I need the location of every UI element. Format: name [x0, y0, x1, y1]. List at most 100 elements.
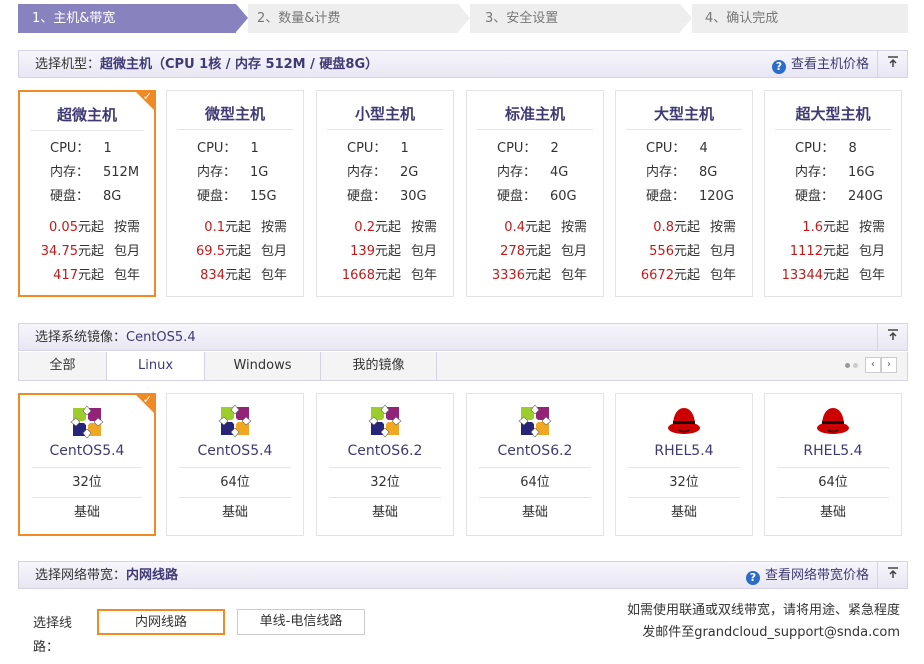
os-image-card[interactable]: CentOS5.4 32位 基础 ✓: [18, 393, 156, 536]
price-yearly-value: 1668: [341, 268, 375, 283]
price-monthly-value: 556: [649, 244, 674, 259]
mem-value: 1G: [250, 165, 269, 180]
price-monthly-label: 包月: [710, 244, 737, 259]
price-hourly-label: 按需: [561, 220, 588, 235]
price-yearly-label: 包年: [114, 268, 141, 283]
view-bandwidth-price-link[interactable]: ? 查看网络带宽价格: [745, 562, 869, 589]
telecom-line-option[interactable]: 单线-电信线路: [237, 609, 365, 635]
os-image-tier: 基础: [777, 497, 889, 527]
disk-label: 硬盘：: [347, 189, 387, 204]
machine-spec-disk: 硬盘： 240G: [795, 185, 883, 204]
collapse-image-button[interactable]: [877, 324, 907, 351]
price-unit: 元起: [77, 244, 104, 259]
machine-card-title: 微型主机: [177, 99, 293, 130]
price-monthly-value: 1112: [789, 244, 823, 259]
cpu-value: 4: [699, 141, 708, 156]
price-monthly-label: 包月: [114, 244, 141, 259]
os-image-bits: 32位: [32, 467, 142, 497]
machine-card[interactable]: 大型主机 CPU： 4 内存： 8G 硬盘： 120G 0.8元起 按需 556元起 包月…: [615, 90, 753, 297]
intranet-line-option[interactable]: 内网线路: [97, 609, 225, 635]
os-image-card[interactable]: CentOS6.2 32位 基础: [316, 393, 454, 536]
pager-dot-active: [844, 362, 850, 368]
price-yearly-value: 3336: [491, 268, 525, 283]
price-hourly-label: 按需: [261, 220, 288, 235]
machine-card[interactable]: 超微主机 CPU： 1 内存： 512M 硬盘： 8G 0.05元起 按需 34.75元…: [18, 90, 156, 297]
os-image-card[interactable]: RHEL5.4 64位 基础: [764, 393, 902, 536]
price-yearly-label: 包年: [411, 268, 438, 283]
price-monthly: 278元起 包月: [467, 240, 605, 259]
mem-label: 内存：: [347, 165, 387, 180]
price-yearly-value: 834: [200, 268, 225, 283]
price-yearly: 417元起 包年: [20, 264, 158, 283]
disk-value: 240G: [848, 189, 883, 204]
image-section-header: 选择系统镜像：CentOS5.4: [18, 323, 908, 351]
price-yearly-label: 包年: [859, 268, 886, 283]
collapse-machine-button[interactable]: [877, 51, 907, 78]
os-image-card[interactable]: CentOS5.4 64位 基础: [166, 393, 304, 536]
prev-page-button[interactable]: ‹: [865, 357, 881, 373]
step-3-arrow: [680, 4, 692, 32]
os-image-card[interactable]: RHEL5.4 32位 基础: [615, 393, 753, 536]
os-image-bits: 64位: [179, 467, 291, 497]
machine-card-title: 小型主机: [327, 99, 443, 130]
os-image-name: RHEL5.4: [654, 443, 714, 459]
price-yearly: 6672元起 包年: [616, 264, 754, 283]
price-yearly-label: 包年: [561, 268, 588, 283]
bandwidth-note-line-1: 如需使用联通或双线带宽，请将用途、紧急程度: [626, 603, 900, 618]
price-unit: 元起: [822, 220, 849, 235]
price-hourly-value: 0.1: [204, 220, 225, 235]
cpu-value: 1: [103, 141, 112, 156]
view-bandwidth-price-label: 查看网络带宽价格: [764, 568, 869, 583]
tab-my-images[interactable]: 我的镜像: [321, 352, 437, 380]
os-image-card[interactable]: CentOS6.2 64位 基础: [466, 393, 604, 536]
step-4-label: 4、确认完成: [705, 11, 779, 26]
cpu-label: CPU：: [50, 141, 90, 156]
price-unit: 元起: [822, 244, 849, 259]
machine-spec-mem: 内存： 8G: [646, 161, 717, 180]
os-image-name: CentOS5.4: [197, 443, 273, 459]
machine-spec-disk: 硬盘： 15G: [197, 185, 277, 204]
centos-logo-icon: [518, 404, 552, 438]
disk-value: 30G: [400, 189, 427, 204]
tab-all[interactable]: 全部: [19, 352, 107, 380]
view-machine-price-label: 查看主机价格: [790, 57, 869, 72]
cpu-value: 1: [250, 141, 259, 156]
disk-value: 15G: [250, 189, 277, 204]
tab-linux[interactable]: Linux: [107, 352, 205, 380]
machine-spec-cpu: CPU： 1: [197, 137, 259, 156]
step-1-label: 1、主机&带宽: [32, 11, 116, 26]
step-1-arrow: [236, 4, 248, 32]
price-monthly-value: 278: [500, 244, 525, 259]
price-hourly: 1.6元起 按需: [765, 216, 903, 235]
price-yearly-label: 包年: [261, 268, 288, 283]
disk-label: 硬盘：: [197, 189, 237, 204]
view-machine-price-link[interactable]: ? 查看主机价格: [771, 51, 869, 78]
collapse-up-icon: [887, 329, 898, 340]
collapse-bandwidth-button[interactable]: [877, 562, 907, 589]
price-unit: 元起: [77, 220, 104, 235]
tab-windows[interactable]: Windows: [205, 352, 321, 380]
help-icon: ?: [771, 60, 786, 74]
os-image-bits: 64位: [777, 467, 889, 497]
price-unit: 元起: [77, 268, 104, 283]
bandwidth-note-line-2: 发邮件至grandcloud_support@snda.com: [642, 625, 900, 640]
machine-card-title: 标准主机: [477, 99, 593, 130]
collapse-up-icon: [887, 567, 898, 578]
price-monthly-label: 包月: [411, 244, 438, 259]
machine-card[interactable]: 微型主机 CPU： 1 内存： 1G 硬盘： 15G 0.1元起 按需 69.5元起 包月…: [166, 90, 304, 297]
mem-label: 内存：: [50, 165, 90, 180]
price-hourly-value: 0.2: [354, 220, 375, 235]
machine-section-title: 选择机型：超微主机（CPU 1核 / 内存 512M / 硬盘8G）: [35, 51, 378, 78]
machine-card[interactable]: 标准主机 CPU： 2 内存： 4G 硬盘： 60G 0.4元起 按需 278元起 包月 …: [466, 90, 604, 297]
os-image-tier: 基础: [479, 497, 591, 527]
price-yearly-label: 包年: [710, 268, 737, 283]
os-image-tier: 基础: [32, 497, 142, 527]
machine-card[interactable]: 超大型主机 CPU： 8 内存： 16G 硬盘： 240G 1.6元起 按需 1112元…: [764, 90, 902, 297]
price-unit: 元起: [822, 268, 849, 283]
bandwidth-note: 如需使用联通或双线带宽，请将用途、紧急程度 发邮件至grandcloud_sup…: [627, 600, 900, 644]
mem-value: 8G: [699, 165, 718, 180]
machine-card[interactable]: 小型主机 CPU： 1 内存： 2G 硬盘： 30G 0.2元起 按需 139元起 包月 …: [316, 90, 454, 297]
price-yearly: 834元起 包年: [167, 264, 305, 283]
machine-card-title: 超微主机: [30, 100, 144, 131]
next-page-button[interactable]: ›: [881, 357, 897, 373]
